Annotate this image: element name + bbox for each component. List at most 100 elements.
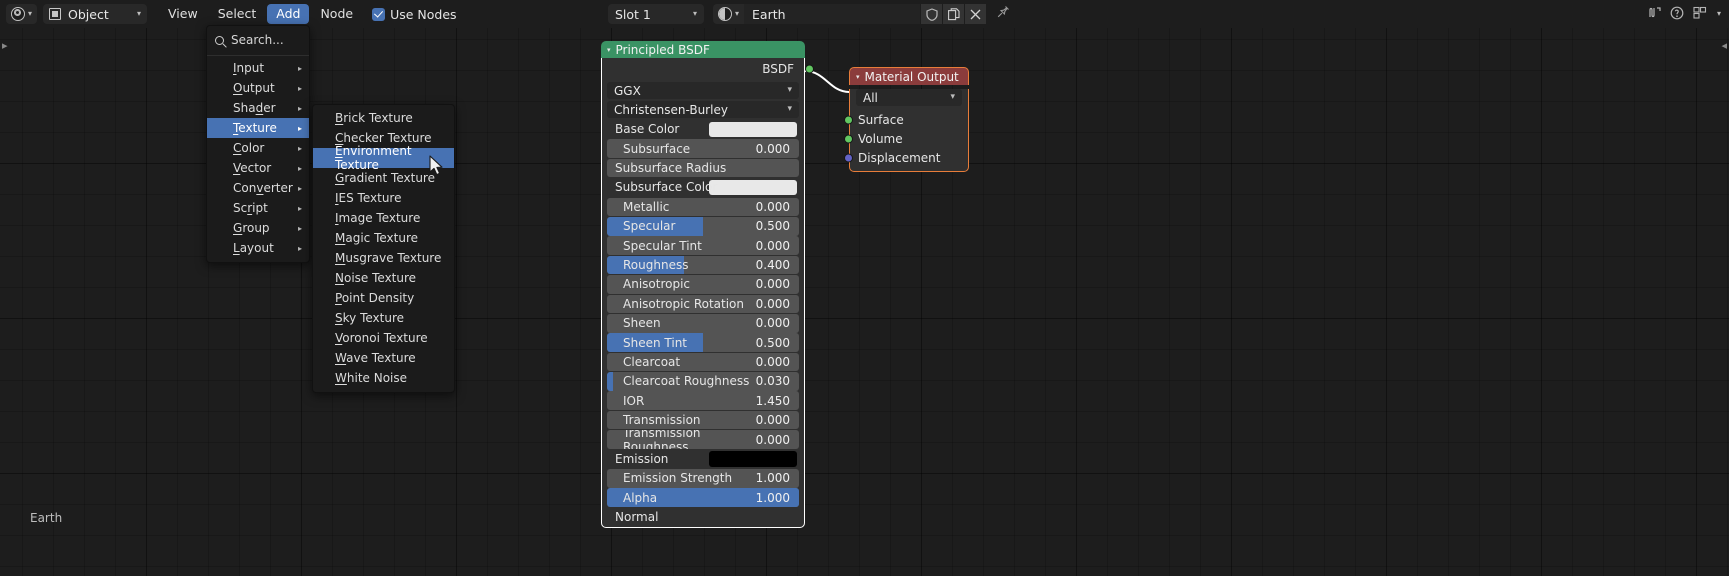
target-select[interactable]: All ▾: [856, 89, 962, 106]
collapse-triangle-icon[interactable]: ▾: [607, 46, 611, 54]
menu-search-item[interactable]: Search...: [207, 29, 309, 51]
property-value: 1.000: [755, 490, 790, 505]
node-header[interactable]: ▾ Principled BSDF: [601, 41, 805, 58]
menu-item-label: Checker Texture: [335, 131, 432, 145]
property-label: Subsurface Color: [615, 180, 718, 195]
texture-menu-item-voronoi-texture[interactable]: Voronoi Texture: [313, 328, 454, 348]
node-property-alpha[interactable]: Alpha 1.000: [607, 488, 799, 508]
use-nodes-toggle[interactable]: Use Nodes: [372, 6, 457, 22]
node-property-normal[interactable]: Normal: [607, 508, 799, 527]
add-menu-item-output[interactable]: Output ▸: [207, 78, 309, 98]
add-menu-item-vector[interactable]: Vector ▸: [207, 158, 309, 178]
node-property-subsurface-radius[interactable]: Subsurface Radius: [607, 158, 799, 178]
node-header[interactable]: ▾ Material Output: [849, 67, 969, 85]
right-panel-toggle[interactable]: ◂: [1721, 40, 1727, 51]
add-menu-item-script[interactable]: Script ▸: [207, 198, 309, 218]
node-input-surface[interactable]: Surface: [844, 110, 968, 129]
property-value: 1.000: [755, 471, 790, 486]
node-property-clearcoat[interactable]: Clearcoat 0.000: [607, 352, 799, 372]
snap-icon[interactable]: [1648, 6, 1661, 22]
material-name-field[interactable]: Earth: [744, 4, 921, 24]
node-input-displacement[interactable]: Displacement: [844, 148, 968, 167]
texture-menu-item-ies-texture[interactable]: IES Texture: [313, 188, 454, 208]
property-label: Emission: [615, 451, 669, 466]
pin-icon[interactable]: [996, 5, 1010, 23]
material-browse-button[interactable]: ▾: [713, 4, 745, 24]
texture-menu-item-point-density[interactable]: Point Density: [313, 288, 454, 308]
menu-item-label: Texture: [233, 121, 277, 135]
texture-menu-item-wave-texture[interactable]: Wave Texture: [313, 348, 454, 368]
left-panel-toggle[interactable]: ▸: [2, 40, 8, 51]
node-property-base-color[interactable]: Base Color: [607, 120, 799, 139]
breadcrumb: Earth: [30, 511, 63, 525]
node-property-anisotropic-rotation[interactable]: Anisotropic Rotation 0.000: [607, 294, 799, 314]
node-property-anisotropic[interactable]: Anisotropic 0.000: [607, 275, 799, 294]
node-input-list: Surface Volume Displacement: [844, 110, 968, 171]
texture-menu-item-musgrave-texture[interactable]: Musgrave Texture: [313, 248, 454, 268]
node-property-sheen-tint[interactable]: Sheen Tint 0.500: [607, 333, 799, 352]
add-menu-item-color[interactable]: Color ▸: [207, 138, 309, 158]
editor-type-button[interactable]: ▾: [6, 4, 38, 24]
menu-item-label: Noise Texture: [335, 271, 417, 285]
menu-select[interactable]: Select: [209, 4, 266, 24]
node-property-subsurface[interactable]: Subsurface 0.000: [607, 139, 799, 158]
node-principled-bsdf[interactable]: ▾ Principled BSDF BSDF GGX ▾ Christensen…: [601, 41, 814, 529]
node-property-subsurface-color[interactable]: Subsurface Color: [607, 178, 799, 197]
add-menu-item-texture[interactable]: Texture ▸: [207, 118, 309, 138]
copy-icon[interactable]: [943, 4, 965, 24]
input-socket-dot[interactable]: [844, 134, 853, 143]
texture-submenu-dropdown[interactable]: Brick Texture Checker Texture Environment …: [312, 104, 455, 393]
node-property-roughness[interactable]: Roughness 0.400: [607, 255, 799, 275]
node-property-metallic[interactable]: Metallic 0.000: [607, 197, 799, 217]
material-slot-select[interactable]: Slot 1 ▾: [608, 4, 704, 24]
collapse-triangle-icon[interactable]: ▾: [856, 73, 860, 81]
output-socket-dot[interactable]: [805, 64, 814, 74]
node-property-emission-strength[interactable]: Emission Strength 1.000: [607, 469, 799, 488]
color-swatch[interactable]: [709, 121, 797, 137]
input-socket-dot[interactable]: [844, 153, 853, 162]
node-input-volume[interactable]: Volume: [844, 129, 968, 148]
node-property-specular[interactable]: Specular 0.500: [607, 216, 799, 236]
node-property-specular-tint[interactable]: Specular Tint 0.000: [607, 236, 799, 255]
menu-item-label: Wave Texture: [335, 351, 416, 365]
add-menu-item-converter[interactable]: Converter ▸: [207, 178, 309, 198]
menu-node[interactable]: Node: [311, 4, 362, 24]
texture-menu-item-noise-texture[interactable]: Noise Texture: [313, 268, 454, 288]
node-property-transmission[interactable]: Transmission 0.000: [607, 410, 799, 430]
node-output-bsdf[interactable]: BSDF: [602, 58, 814, 80]
add-menu-dropdown[interactable]: Search... Input ▸ Output ▸ Shader ▸ Texture ▸ Co…: [206, 25, 310, 263]
node-property-transmission-roughness[interactable]: Transmission Roughness 0.000: [607, 430, 799, 449]
input-socket-dot[interactable]: [844, 115, 853, 124]
menu-add[interactable]: Add: [267, 4, 310, 24]
shader-type-select[interactable]: Object ▾: [43, 4, 148, 24]
color-swatch[interactable]: [709, 179, 797, 196]
add-menu-item-layout[interactable]: Layout ▸: [207, 238, 309, 258]
help-icon[interactable]: [1670, 6, 1684, 23]
subsurface-method-select[interactable]: Christensen-Burley ▾: [607, 101, 799, 118]
submenu-arrow-icon: ▸: [297, 123, 302, 133]
texture-menu-item-sky-texture[interactable]: Sky Texture: [313, 308, 454, 328]
shield-icon[interactable]: [921, 4, 943, 24]
add-menu-item-group[interactable]: Group ▸: [207, 218, 309, 238]
texture-menu-item-magic-texture[interactable]: Magic Texture: [313, 228, 454, 248]
output-socket-label: BSDF: [762, 62, 794, 76]
checkbox-icon[interactable]: [372, 7, 386, 21]
texture-menu-item-brick-texture[interactable]: Brick Texture: [313, 108, 454, 128]
add-menu-item-input[interactable]: Input ▸: [207, 58, 309, 78]
menu-view[interactable]: View: [159, 4, 207, 24]
color-swatch[interactable]: [709, 451, 797, 467]
distribution-select[interactable]: GGX ▾: [607, 82, 799, 99]
add-menu-item-shader[interactable]: Shader ▸: [207, 98, 309, 118]
node-property-ior[interactable]: IOR 1.450: [607, 391, 799, 411]
node-property-sheen[interactable]: Sheen 0.000: [607, 313, 799, 333]
node-property-clearcoat-roughness[interactable]: Clearcoat Roughness 0.030: [607, 372, 799, 391]
overlays-icon[interactable]: [1693, 6, 1708, 22]
node-property-emission[interactable]: Emission: [607, 450, 799, 469]
texture-menu-item-white-noise[interactable]: White Noise: [313, 368, 454, 388]
chevron-down-icon[interactable]: ▾: [1717, 10, 1721, 18]
menu-item-label: Sky Texture: [335, 311, 404, 325]
close-icon[interactable]: [965, 4, 987, 24]
node-material-output[interactable]: ▾ Material Output All ▾ Surface Volume Dis…: [844, 67, 969, 172]
use-nodes-label: Use Nodes: [390, 6, 457, 22]
texture-menu-item-image-texture[interactable]: Image Texture: [313, 208, 454, 228]
